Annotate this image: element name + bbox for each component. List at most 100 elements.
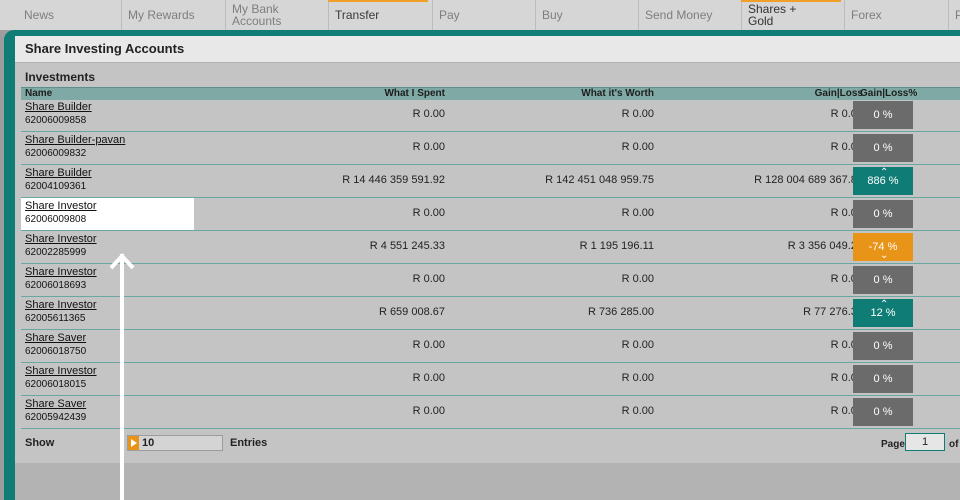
nav-buy[interactable]: Buy <box>535 0 635 30</box>
entries-value: 10 <box>142 437 155 449</box>
pointer-arrow-icon <box>110 253 135 500</box>
table-row: Share Investor 62005611365 R 659 008.67 R 7… <box>21 297 960 330</box>
page-title: Share Investing Accounts <box>25 41 185 56</box>
gain-loss-percent-badge: 0 % <box>853 332 913 360</box>
account-name-cell: Share Investor 62006009808 <box>21 198 194 230</box>
nav-more[interactable]: P <box>948 0 960 30</box>
share-investing-panel: Share Investing Accounts Investments Nam… <box>15 36 960 500</box>
gain-loss-percent-value: 0 % <box>873 109 893 121</box>
gain-loss-percent-value: 0 % <box>873 340 893 352</box>
nav-my-bank-accounts[interactable]: My Bank Accounts <box>225 0 325 30</box>
account-number: 62006018693 <box>25 280 87 291</box>
gain-loss-percent-badge: 0 % <box>853 134 913 162</box>
account-name-cell: Share Investor 62006018015 <box>21 363 194 395</box>
what-its-worth-value: R 0.00 <box>621 372 654 384</box>
table-row: Share Investor 62006018693 R 0.00 R 0.00 R 0… <box>21 264 960 297</box>
account-name-cell: Share Saver 62005942439 <box>21 396 194 428</box>
what-its-worth-value: R 0.00 <box>621 207 654 219</box>
page-label: Page <box>881 439 905 450</box>
account-name-cell: Share Saver 62006018750 <box>21 330 194 362</box>
account-number: 62005942439 <box>25 412 87 423</box>
what-i-spent-value: R 0.00 <box>412 273 445 285</box>
nav-shares-gold[interactable]: Shares + Gold <box>741 0 841 30</box>
what-its-worth-value: R 736 285.00 <box>587 306 654 318</box>
what-its-worth-value: R 1 195 196.11 <box>579 240 654 252</box>
what-its-worth-value: R 0.00 <box>621 273 654 285</box>
what-i-spent-value: R 659 008.67 <box>378 306 445 318</box>
account-number: 62006018750 <box>25 346 87 357</box>
account-name-cell: Share Builder 62006009858 <box>21 99 194 131</box>
gain-loss-value: R 128 004 689 367.83 <box>754 174 863 186</box>
section-title: Investments <box>25 70 96 84</box>
account-name-link[interactable]: Share Investor <box>25 365 97 377</box>
account-name-link[interactable]: Share Investor <box>25 200 97 212</box>
account-name-link[interactable]: Share Builder <box>25 167 92 179</box>
what-its-worth-value: R 0.00 <box>621 405 654 417</box>
account-name-cell: Share Investor 62006018693 <box>21 264 194 296</box>
account-number: 62002285999 <box>25 247 87 258</box>
what-i-spent-value: R 0.00 <box>412 339 445 351</box>
nav-forex[interactable]: Forex <box>844 0 944 30</box>
account-number: 62005611365 <box>25 313 86 324</box>
gain-loss-percent-badge: ⌃ 12 % <box>853 299 913 327</box>
nav-transfer[interactable]: Transfer <box>328 0 428 30</box>
account-number: 62006009832 <box>25 148 87 159</box>
chevron-up-icon: ⌃ <box>880 299 889 310</box>
account-name-link[interactable]: Share Saver <box>25 398 86 410</box>
account-name-cell: Share Investor 62002285999 <box>21 231 194 263</box>
gain-loss-percent-badge: 0 % <box>853 266 913 294</box>
table-row: Share Investor 62006009808 R 0.00 R 0.00 R 0… <box>21 198 960 231</box>
gain-loss-percent-value: 0 % <box>873 406 893 418</box>
top-navigation: News My Rewards My Bank Accounts Transfe… <box>0 0 960 30</box>
gain-loss-percent-badge: 0 % <box>853 200 913 228</box>
page-number-input[interactable]: 1 <box>905 433 945 451</box>
what-i-spent-value: R 0.00 <box>412 141 445 153</box>
what-i-spent-value: R 0.00 <box>412 372 445 384</box>
what-i-spent-value: R 0.00 <box>412 207 445 219</box>
nav-shares-gold-label: Shares + Gold <box>748 2 797 28</box>
account-name-cell: Share Builder 62004109361 <box>21 165 194 197</box>
gain-loss-percent-badge: ⌃ 886 % <box>853 167 913 195</box>
account-name-link[interactable]: Share Builder <box>25 101 92 113</box>
what-i-spent-value: R 0.00 <box>412 108 445 120</box>
table-row: Share Investor 62002285999 R 4 551 245.33 R… <box>21 231 960 264</box>
account-name-link[interactable]: Share Builder-pavan <box>25 134 125 146</box>
account-name-link[interactable]: Share Investor <box>25 233 97 245</box>
nav-pay[interactable]: Pay <box>432 0 532 30</box>
nav-news[interactable]: News <box>18 0 118 30</box>
nav-send-money[interactable]: Send Money <box>638 0 738 30</box>
what-i-spent-value: R 14 446 359 591.92 <box>342 174 445 186</box>
show-label: Show <box>25 437 55 449</box>
what-its-worth-value: R 0.00 <box>621 141 654 153</box>
chevron-down-icon: ⌄ <box>880 250 889 261</box>
nav-my-bank-accounts-label: My Bank Accounts <box>232 2 282 28</box>
table-row: Share Saver 62005942439 R 0.00 R 0.00 R 0.00… <box>21 396 960 429</box>
table-row: Share Builder-pavan 62006009832 R 0.00 R 0.… <box>21 132 960 165</box>
gain-loss-percent-badge: 0 % <box>853 365 913 393</box>
gain-loss-percent-badge: 0 % <box>853 101 913 129</box>
table-row: Share Saver 62006018750 R 0.00 R 0.00 R 0.00… <box>21 330 960 363</box>
what-its-worth-value: R 142 451 048 959.75 <box>545 174 654 186</box>
gain-loss-percent-value: 0 % <box>873 373 893 385</box>
account-name-link[interactable]: Share Investor <box>25 266 97 278</box>
entries-label: Entries <box>230 437 268 449</box>
account-number: 62004109361 <box>25 181 87 192</box>
what-i-spent-value: R 0.00 <box>412 405 445 417</box>
table-footer: Show 10 Entries Page 1 of <box>21 429 960 463</box>
panel-bottom-strip <box>15 463 960 500</box>
what-i-spent-value: R 4 551 245.33 <box>369 240 445 252</box>
gain-loss-percent-value: 0 % <box>873 274 893 286</box>
gain-loss-percent-value: 0 % <box>873 208 893 220</box>
gain-loss-percent-value: 0 % <box>873 142 893 154</box>
table-row: Share Builder 62006009858 R 0.00 R 0.00 R 0.… <box>21 99 960 132</box>
gain-loss-percent-badge: 0 % <box>853 398 913 426</box>
panel-header: Share Investing Accounts <box>15 36 960 63</box>
gain-loss-percent-badge: ⌄ -74 % <box>853 233 913 261</box>
account-name-link[interactable]: Share Saver <box>25 332 86 344</box>
table-row: Share Builder 62004109361 R 14 446 359 591… <box>21 165 960 198</box>
gain-loss-value: R 3 356 049.22 <box>787 240 863 252</box>
account-name-cell: Share Investor 62005611365 <box>21 297 194 329</box>
account-number: 62006018015 <box>25 379 87 390</box>
nav-my-rewards[interactable]: My Rewards <box>121 0 221 30</box>
account-name-link[interactable]: Share Investor <box>25 299 97 311</box>
